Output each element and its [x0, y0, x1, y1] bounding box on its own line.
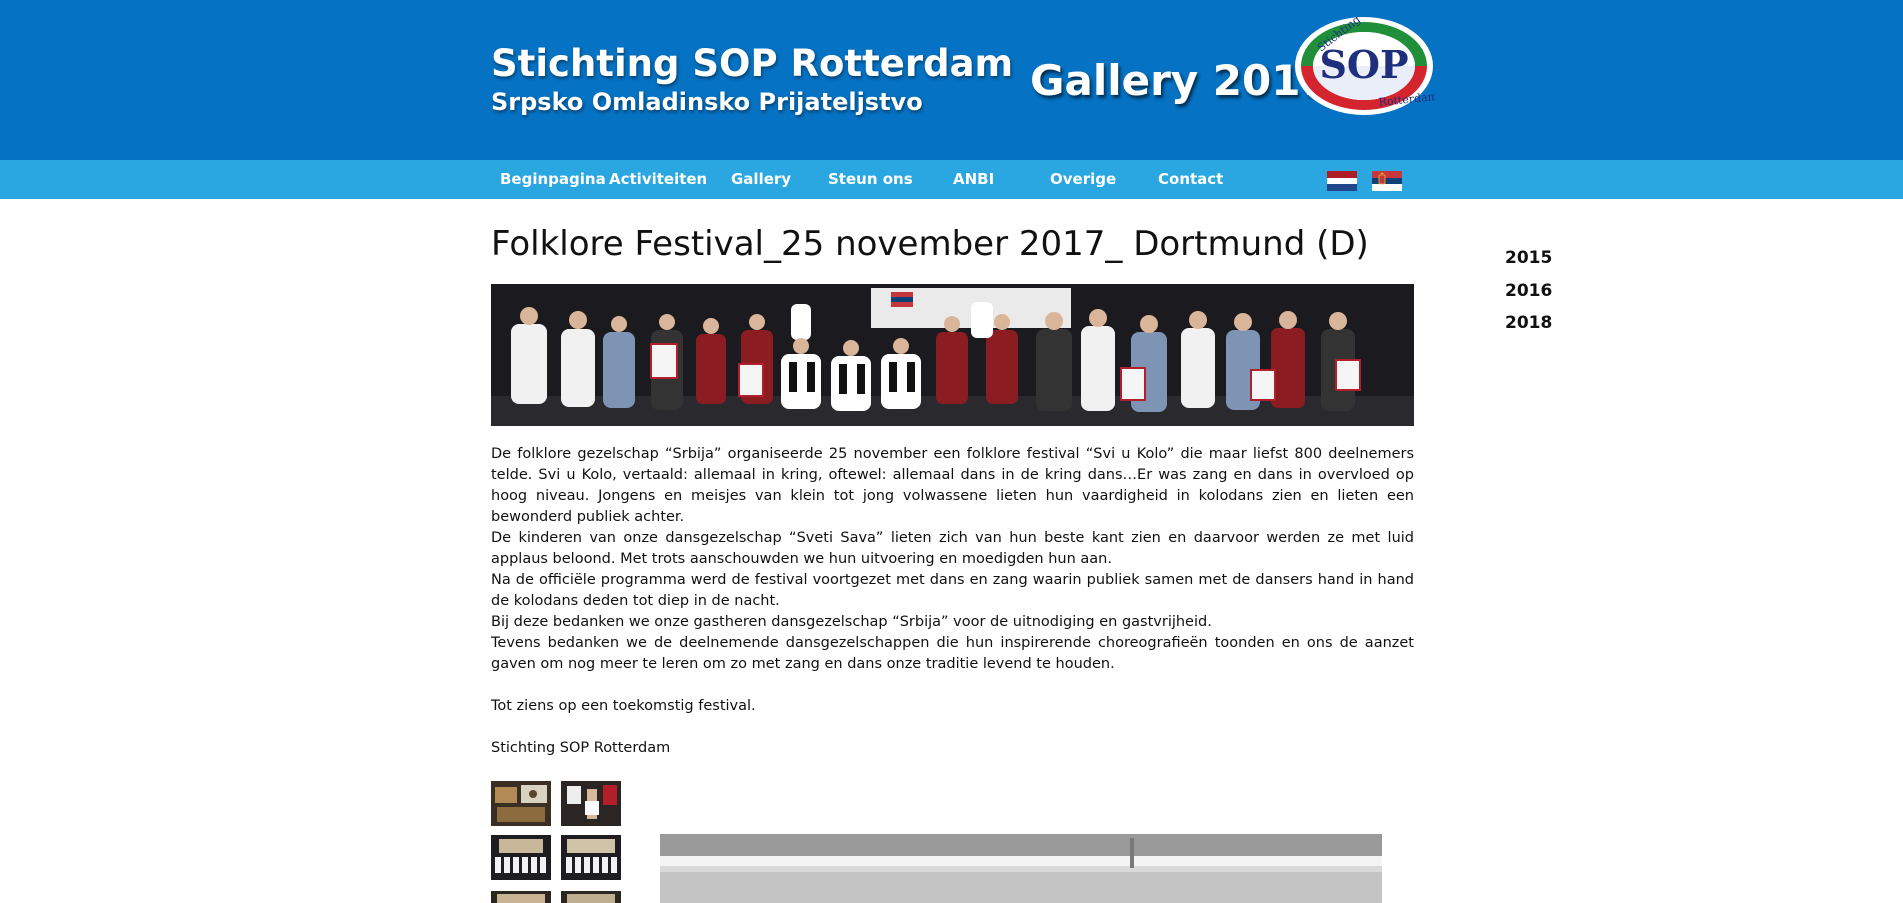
year-link-2015[interactable]: 2015: [1505, 246, 1552, 279]
gallery-heading: Gallery 2017: [1030, 56, 1330, 105]
gallery-thumbnail[interactable]: [561, 891, 621, 903]
article-paragraph: Tot ziens op een toekomstig festival.: [491, 698, 756, 714]
site-header: Stichting SOP Rotterdam Srpsko Omladinsk…: [0, 0, 1903, 160]
svg-text:SOP: SOP: [1319, 42, 1408, 87]
gallery-thumbnail[interactable]: [491, 835, 551, 880]
article-signature: Stichting SOP Rotterdam: [491, 740, 671, 756]
nav-item-steun-ons[interactable]: Steun ons: [828, 160, 913, 199]
nav-item-gallery[interactable]: Gallery: [731, 160, 791, 199]
gallery-main-photo[interactable]: [660, 834, 1382, 903]
nav-item-beginpagina[interactable]: Beginpagina: [500, 160, 606, 199]
flag-netherlands-icon[interactable]: [1327, 171, 1357, 191]
article-paragraph: Tevens bedanken we de deelnemende dansge…: [491, 635, 1414, 672]
article-body: De folklore gezelschap “Srbija” organise…: [491, 444, 1414, 759]
article-paragraph: De folklore gezelschap “Srbija” organise…: [491, 446, 1414, 525]
year-link-2016[interactable]: 2016: [1505, 279, 1552, 312]
gallery-thumbnail[interactable]: [561, 835, 621, 880]
site-title[interactable]: Stichting SOP Rotterdam: [491, 42, 1013, 85]
nav-item-contact[interactable]: Contact: [1158, 160, 1223, 199]
article-paragraph: Bij deze bedanken we onze gastheren dans…: [491, 614, 1212, 630]
year-link-2018[interactable]: 2018: [1505, 311, 1552, 344]
gallery-thumbnail[interactable]: [491, 891, 551, 903]
page-title: Folklore Festival_25 november 2017_ Dort…: [491, 224, 1369, 264]
group-photo-banner: [491, 284, 1414, 426]
article-paragraph: Na de officiële programma werd de festiv…: [491, 572, 1414, 609]
flag-serbia-icon[interactable]: [1372, 171, 1402, 191]
nav-item-anbi[interactable]: ANBI: [953, 160, 994, 199]
sop-logo[interactable]: SOP Stichting Rotterdam: [1293, 14, 1435, 118]
main-navigation: Beginpagina Activiteiten Gallery Steun o…: [0, 160, 1903, 199]
nav-item-overige[interactable]: Overige: [1050, 160, 1116, 199]
gallery-thumbnail[interactable]: [561, 781, 621, 826]
nav-item-activiteiten[interactable]: Activiteiten: [609, 160, 707, 199]
site-subtitle: Srpsko Omladinsko Prijateljstvo: [491, 88, 923, 116]
year-navigation: 2015 2016 2018: [1505, 246, 1552, 344]
article-paragraph: De kinderen van onze dansgezelschap “Sve…: [491, 530, 1414, 567]
gallery-thumbnail[interactable]: [491, 781, 551, 826]
